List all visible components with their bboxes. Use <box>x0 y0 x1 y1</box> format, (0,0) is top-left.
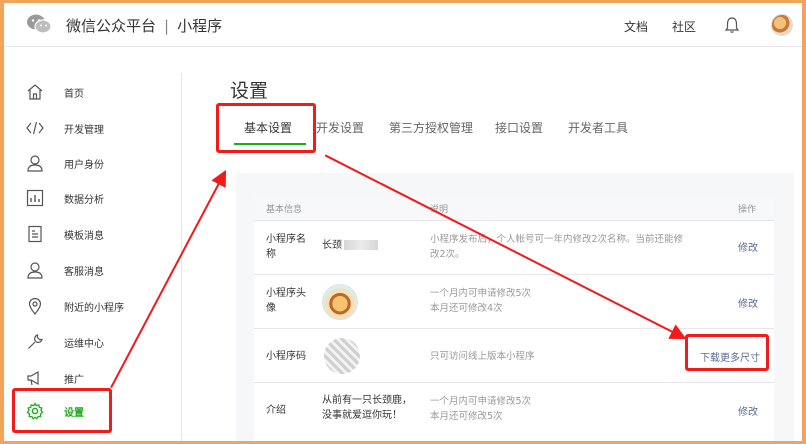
tab-third-party-auth[interactable]: 第三方授权管理 <box>389 119 473 136</box>
intro-value: 从前有一只长颈鹿，没事就爱逗你玩！ <box>322 395 412 421</box>
app-avatar <box>322 284 358 320</box>
sidebar-item-label: 开发管理 <box>64 125 104 136</box>
tab-dev-settings[interactable]: 开发设置 <box>316 119 364 136</box>
customer-service-icon <box>27 262 43 279</box>
edit-name-button[interactable]: 修改 <box>738 239 758 254</box>
docs-link[interactable]: 文档 <box>624 18 648 35</box>
table-row: 小程序头像 一个月内可申请修改5次 本月还可修改4次 修改 <box>254 275 774 329</box>
sidebar: 首页 开发管理 用户身份 数据分析 模板消息 客服消息 附近的小程序 运维中心 <box>4 73 182 441</box>
user-avatar[interactable] <box>771 14 793 36</box>
header-description: 说明 <box>430 205 449 215</box>
table-header: 基本信息 说明 操作 <box>254 195 774 221</box>
basic-info-table: 基本信息 说明 操作 小程序名称 长颈 小程序发布后，个人帐号可一年内修改2次名… <box>254 195 774 441</box>
community-link[interactable]: 社区 <box>672 18 696 35</box>
brand-name: 微信公众平台 <box>66 17 157 35</box>
tab-interface-settings[interactable]: 接口设置 <box>495 119 543 136</box>
sidebar-item-template-messages[interactable]: 模板消息 <box>4 219 182 249</box>
wrench-icon <box>28 334 43 349</box>
row-description: 只可访问线上版本小程序 <box>430 351 535 362</box>
chart-icon <box>26 189 44 207</box>
settings-card: 基本信息 说明 操作 小程序名称 长颈 小程序发布后，个人帐号可一年内修改2次名… <box>236 173 794 441</box>
top-bar: 微信公众平台 | 小程序 文档 社区 <box>4 3 802 47</box>
brand-separator: | <box>164 17 170 35</box>
document-icon <box>28 225 42 243</box>
sidebar-item-ops-center[interactable]: 运维中心 <box>4 327 182 357</box>
header-basic-info: 基本信息 <box>266 205 303 215</box>
sidebar-item-label: 用户身份 <box>64 160 104 171</box>
header-operation: 操作 <box>738 205 757 215</box>
annotation-box-download <box>685 334 769 371</box>
annotation-box-settings <box>12 388 112 433</box>
row-description: 一个月内可申请修改5次 本月还可修改5次 <box>430 396 532 422</box>
row-name: 小程序名称 <box>266 234 306 260</box>
app-window: 微信公众平台|小程序 文档 社区 首页 开发管理 用户身份 数据分析 模板消 <box>4 3 802 441</box>
user-icon <box>27 155 43 172</box>
sidebar-item-user-identity[interactable]: 用户身份 <box>4 148 182 178</box>
sidebar-item-label: 首页 <box>64 89 84 100</box>
sidebar-item-data-analysis[interactable]: 数据分析 <box>4 183 182 213</box>
sidebar-item-label: 客服消息 <box>64 267 104 278</box>
sidebar-item-customer-messages[interactable]: 客服消息 <box>4 255 182 285</box>
miniprogram-code-image <box>324 338 360 374</box>
row-description: 小程序发布后，个人帐号可一年内修改2次名称。当前还能修改2次。 <box>430 234 684 260</box>
row-name: 小程序头像 <box>266 288 306 314</box>
row-description: 一个月内可申请修改5次 本月还可修改4次 <box>430 288 532 314</box>
sidebar-item-nearby-miniprograms[interactable]: 附近的小程序 <box>4 291 182 321</box>
bell-icon[interactable] <box>724 16 740 34</box>
home-icon <box>27 84 43 100</box>
annotation-box-basic-settings <box>216 103 316 153</box>
row-name: 小程序码 <box>266 351 306 362</box>
blurred-text <box>344 240 378 250</box>
sidebar-item-label: 运维中心 <box>64 339 104 350</box>
megaphone-icon <box>27 370 39 386</box>
table-row: 介绍 从前有一只长颈鹿，没事就爱逗你玩！ 一个月内可申请修改5次 本月还可修改5… <box>254 383 774 439</box>
edit-avatar-button[interactable]: 修改 <box>738 295 758 310</box>
sidebar-item-label: 推广 <box>64 375 84 386</box>
location-icon <box>28 297 42 315</box>
product-name: 小程序 <box>177 17 223 35</box>
sidebar-item-label: 附近的小程序 <box>64 303 124 314</box>
table-row: 小程序名称 长颈 小程序发布后，个人帐号可一年内修改2次名称。当前还能修改2次。… <box>254 221 774 275</box>
brand-title[interactable]: 微信公众平台 | 小程序 <box>66 15 222 36</box>
page-title: 设置 <box>230 80 269 102</box>
wechat-logo-icon <box>27 14 52 34</box>
sidebar-item-label: 数据分析 <box>64 195 104 206</box>
row-value: 长颈 <box>322 238 378 253</box>
row-name: 介绍 <box>266 405 286 416</box>
sidebar-item-dev-management[interactable]: 开发管理 <box>4 113 182 143</box>
edit-intro-button[interactable]: 修改 <box>738 403 758 418</box>
sidebar-item-home[interactable]: 首页 <box>4 77 182 107</box>
code-icon <box>26 121 44 135</box>
tab-developer-tools[interactable]: 开发者工具 <box>568 119 628 136</box>
app-name-value: 长颈 <box>322 240 342 251</box>
sidebar-item-label: 模板消息 <box>64 231 104 242</box>
